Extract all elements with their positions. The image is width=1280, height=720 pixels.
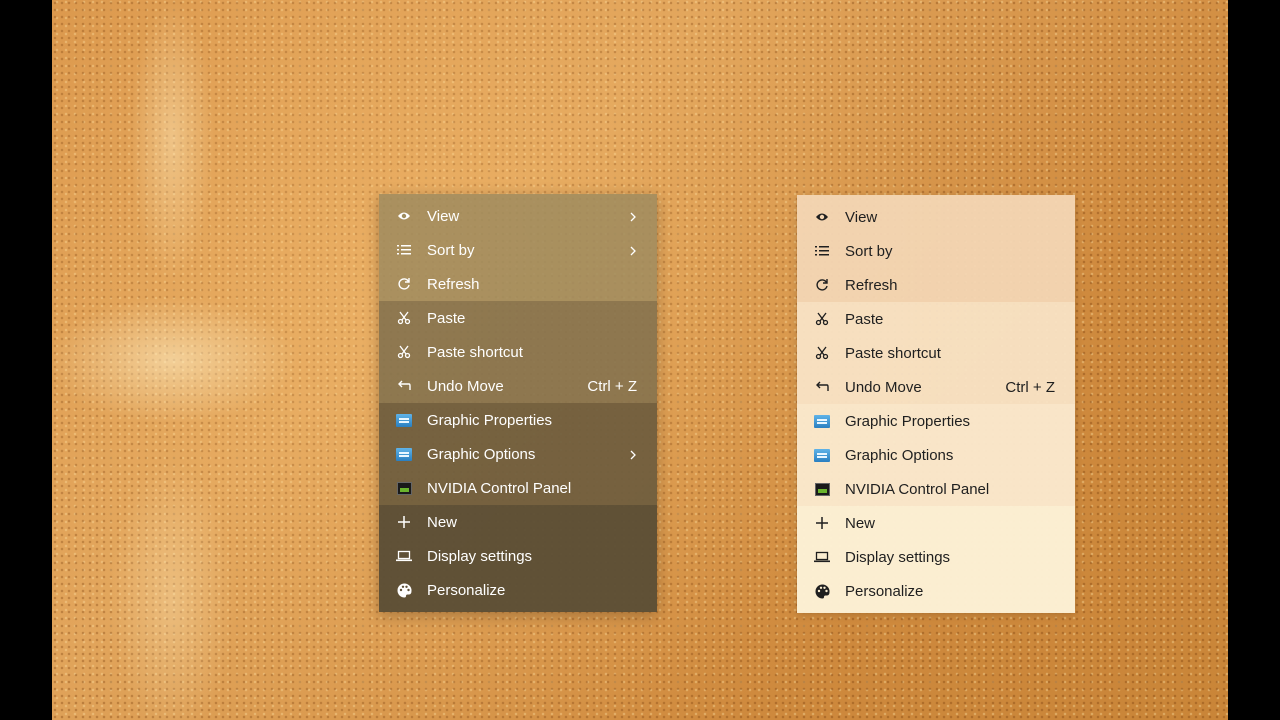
menu-item-label: Display settings (427, 547, 533, 565)
menu-item-undo-move[interactable]: Undo Move Ctrl + Z (379, 369, 657, 403)
menu-item-paste-shortcut[interactable]: Paste shortcut (797, 336, 1075, 370)
laptop-icon (396, 548, 412, 564)
menu-section-edit: Paste Paste shortcut Undo Move Ctrl + Z (379, 301, 657, 403)
menu-item-sort-by[interactable]: Sort by (797, 234, 1075, 268)
scissors-icon (814, 345, 830, 361)
scissors-icon (396, 310, 412, 326)
menu-section-graphics: Graphic Properties Graphic Options NVIDI… (797, 404, 1075, 506)
laptop-icon (814, 549, 830, 565)
menu-item-sort-by[interactable]: Sort by (379, 233, 657, 267)
menu-item-label: Undo Move (845, 378, 922, 396)
menu-item-label: NVIDIA Control Panel (427, 479, 572, 497)
plus-icon (396, 514, 412, 530)
menu-item-label: View (845, 208, 878, 226)
menu-item-nvidia-control-panel[interactable]: NVIDIA Control Panel (797, 472, 1075, 506)
menu-item-label: Undo Move (427, 377, 504, 395)
menu-item-label: Graphic Options (845, 446, 954, 464)
menu-item-paste-shortcut[interactable]: Paste shortcut (379, 335, 657, 369)
menu-section-system: New Display settings Personalize (379, 505, 657, 612)
graphics-icon (814, 447, 830, 463)
chevron-right-icon (627, 210, 639, 222)
refresh-icon (396, 276, 412, 292)
graphics-icon (396, 412, 412, 428)
menu-item-refresh[interactable]: Refresh (797, 268, 1075, 302)
menu-item-label: Refresh (427, 275, 480, 293)
nvidia-icon (396, 480, 412, 496)
menu-item-graphic-properties[interactable]: Graphic Properties (379, 403, 657, 437)
menu-item-display-settings[interactable]: Display settings (797, 540, 1075, 574)
menu-item-label: Personalize (845, 582, 924, 600)
list-icon (396, 242, 412, 258)
menu-item-label: Personalize (427, 581, 506, 599)
menu-item-new[interactable]: New (797, 506, 1075, 540)
menu-item-label: NVIDIA Control Panel (845, 480, 990, 498)
menu-item-graphic-options[interactable]: Graphic Options (379, 437, 657, 471)
graphics-icon (814, 413, 830, 429)
menu-item-view[interactable]: View (797, 200, 1075, 234)
menu-item-display-settings[interactable]: Display settings (379, 539, 657, 573)
palette-icon (814, 583, 830, 599)
keyboard-shortcut: Ctrl + Z (587, 377, 637, 395)
menu-item-label: New (845, 514, 876, 532)
menu-item-label: Refresh (845, 276, 898, 294)
menu-item-paste[interactable]: Paste (379, 301, 657, 335)
eye-icon (814, 209, 830, 225)
plus-icon (814, 515, 830, 531)
menu-item-view[interactable]: View (379, 199, 657, 233)
menu-item-label: Graphic Properties (845, 412, 971, 430)
context-menu-light: View Sort by Refresh Paste Paste shortcu… (797, 195, 1075, 613)
menu-item-personalize[interactable]: Personalize (797, 574, 1075, 608)
menu-section-system: New Display settings Personalize (797, 506, 1075, 613)
menu-item-graphic-options[interactable]: Graphic Options (797, 438, 1075, 472)
scissors-icon (814, 311, 830, 327)
refresh-icon (814, 277, 830, 293)
menu-item-new[interactable]: New (379, 505, 657, 539)
menu-item-label: Paste shortcut (427, 343, 523, 361)
menu-section-view: View Sort by Refresh (797, 195, 1075, 302)
menu-item-label: View (427, 207, 460, 225)
keyboard-shortcut: Ctrl + Z (1005, 378, 1055, 396)
menu-item-label: Paste (845, 310, 884, 328)
menu-item-label: New (427, 513, 458, 531)
menu-item-label: Graphic Properties (427, 411, 553, 429)
menu-item-paste[interactable]: Paste (797, 302, 1075, 336)
menu-item-label: Sort by (427, 241, 475, 259)
menu-item-label: Sort by (845, 242, 893, 260)
graphics-icon (396, 446, 412, 462)
list-icon (814, 243, 830, 259)
menu-item-label: Paste shortcut (845, 344, 941, 362)
menu-section-graphics: Graphic Properties Graphic Options NVIDI… (379, 403, 657, 505)
scissors-icon (396, 344, 412, 360)
palette-icon (396, 582, 412, 598)
menu-section-view: View Sort by Refresh (379, 194, 657, 301)
menu-item-label: Graphic Options (427, 445, 536, 463)
menu-item-graphic-properties[interactable]: Graphic Properties (797, 404, 1075, 438)
menu-item-personalize[interactable]: Personalize (379, 573, 657, 607)
undo-icon (396, 378, 412, 394)
menu-item-label: Display settings (845, 548, 951, 566)
chevron-right-icon (627, 448, 639, 460)
nvidia-icon (814, 481, 830, 497)
menu-item-refresh[interactable]: Refresh (379, 267, 657, 301)
undo-icon (814, 379, 830, 395)
eye-icon (396, 208, 412, 224)
menu-section-edit: Paste Paste shortcut Undo Move Ctrl + Z (797, 302, 1075, 404)
chevron-right-icon (627, 244, 639, 256)
menu-item-undo-move[interactable]: Undo Move Ctrl + Z (797, 370, 1075, 404)
context-menu-dark: View Sort by Refresh Paste Paste shortcu… (379, 194, 657, 612)
menu-item-label: Paste (427, 309, 466, 327)
menu-item-nvidia-control-panel[interactable]: NVIDIA Control Panel (379, 471, 657, 505)
